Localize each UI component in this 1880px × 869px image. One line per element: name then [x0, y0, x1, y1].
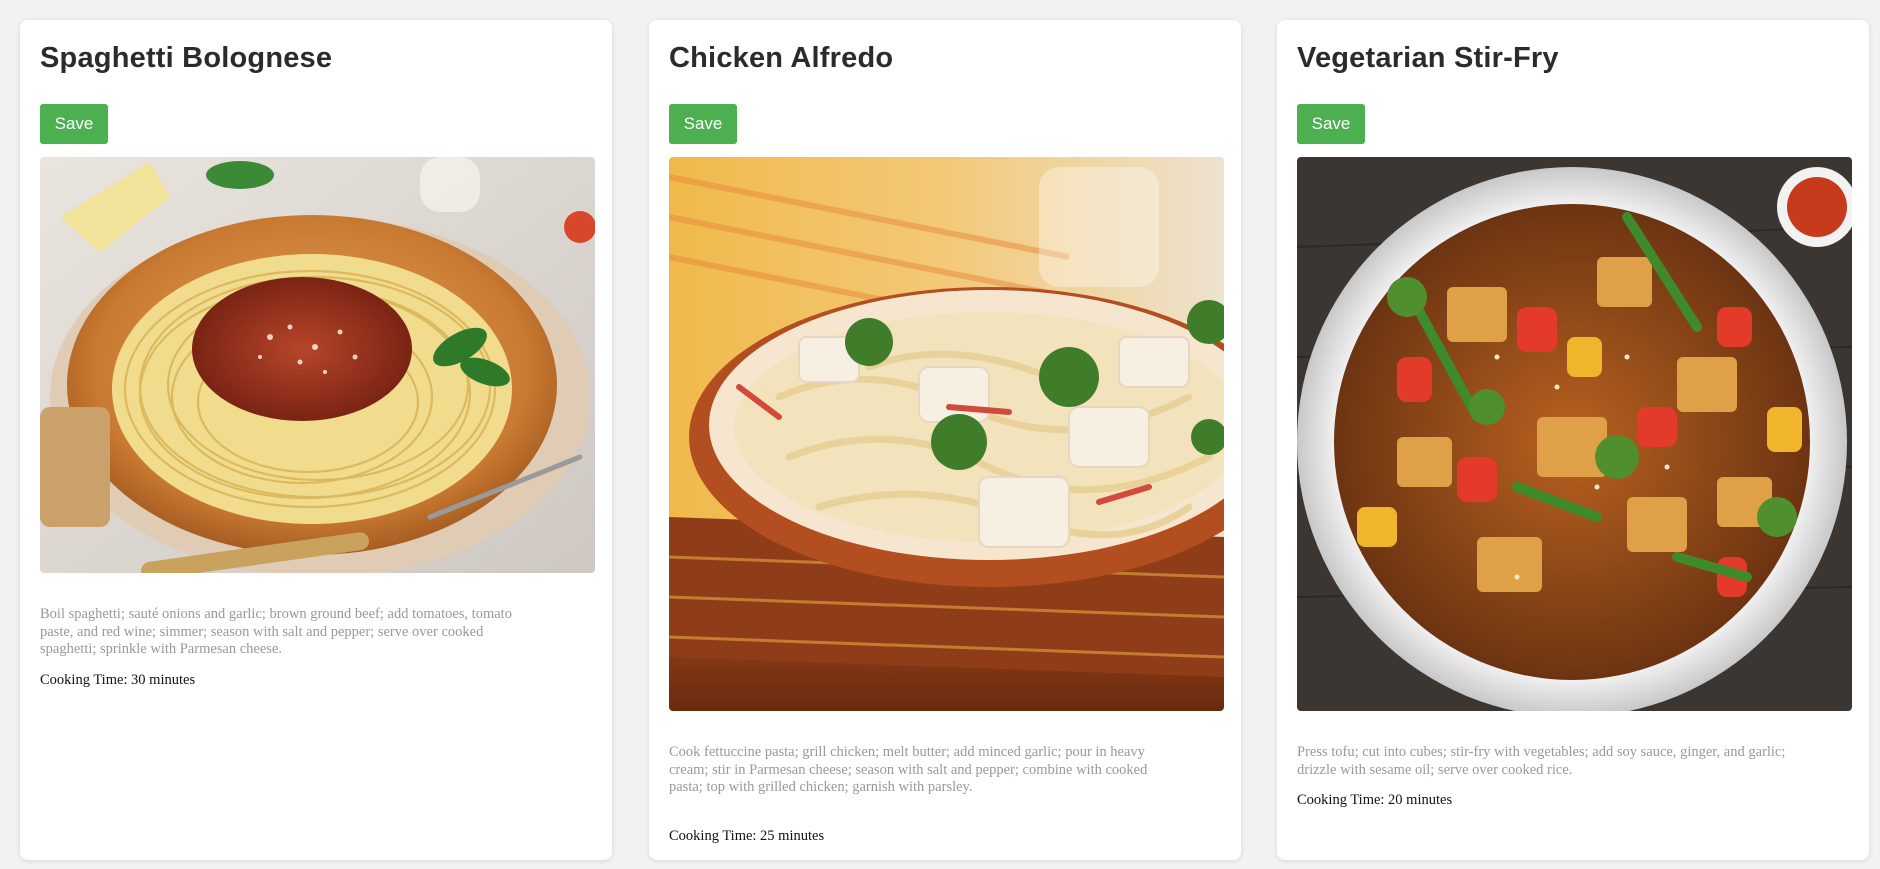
recipe-title: Vegetarian Stir-Fry [1297, 42, 1559, 74]
save-button[interactable]: Save [669, 104, 737, 144]
cooking-time: Cooking Time: 25 minutes [669, 828, 825, 844]
spaghetti-bolognese-photo [40, 157, 595, 573]
cooking-time: Cooking Time: 20 minutes [1297, 792, 1453, 808]
recipe-grid: Spaghetti Bolognese Save Boil spaghetti;… [20, 20, 1880, 869]
recipe-description: Cook fettuccine pasta; grill chicken; me… [669, 744, 1148, 795]
vegetarian-stir-fry-photo [1297, 157, 1852, 711]
chicken-alfredo-photo [669, 157, 1224, 711]
recipe-description: Boil spaghetti; sauté onions and garlic;… [40, 606, 512, 657]
recipe-description: Press tofu; cut into cubes; stir-fry wit… [1297, 744, 1786, 778]
save-button[interactable]: Save [40, 104, 108, 144]
recipe-card-chicken-alfredo: Chicken Alfredo Save Cook fettuccine pas… [649, 20, 1241, 860]
recipe-title: Chicken Alfredo [669, 42, 894, 74]
recipe-card-spaghetti-bolognese: Spaghetti Bolognese Save Boil spaghetti;… [20, 20, 612, 860]
cooking-time: Cooking Time: 30 minutes [40, 672, 196, 688]
recipe-title: Spaghetti Bolognese [40, 42, 333, 74]
save-button[interactable]: Save [1297, 104, 1365, 144]
recipe-card-vegetarian-stir-fry: Vegetarian Stir-Fry Save Press tofu; cut… [1277, 20, 1869, 860]
